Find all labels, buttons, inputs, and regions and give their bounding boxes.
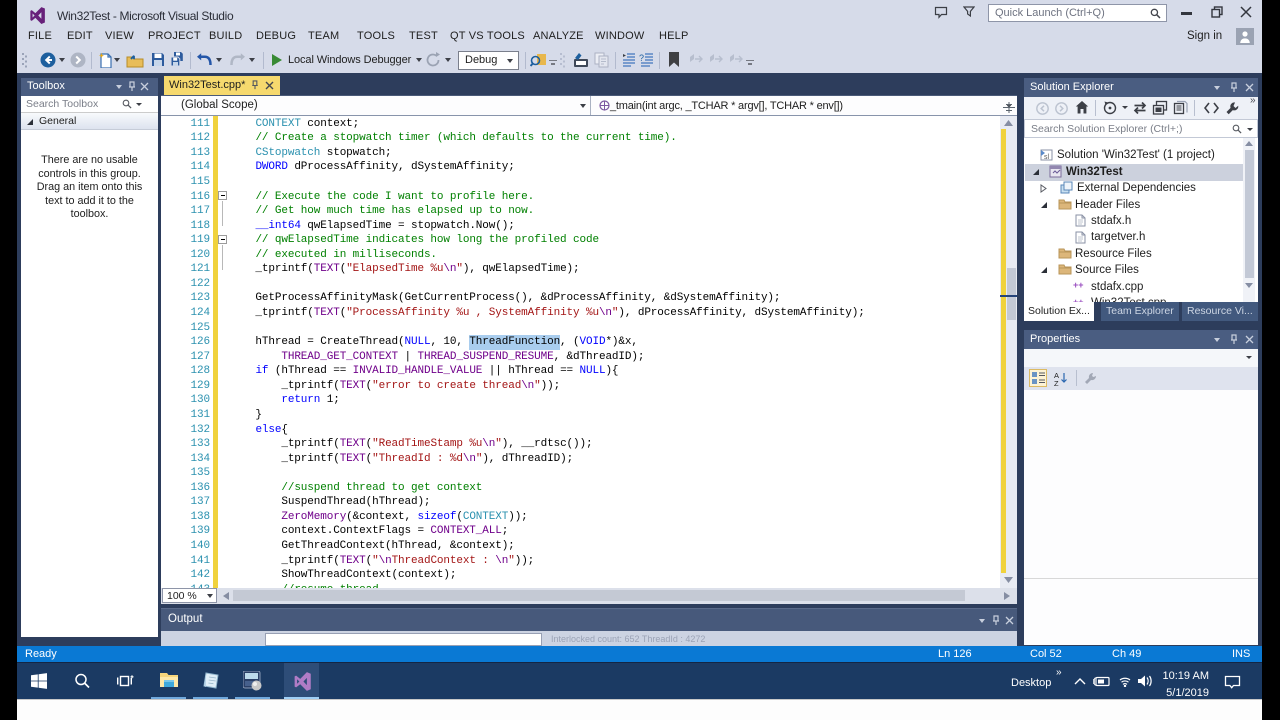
svg-text:?: ?	[639, 53, 644, 63]
svg-text:Z: Z	[1054, 379, 1059, 386]
svg-text:sl: sl	[1044, 154, 1050, 161]
